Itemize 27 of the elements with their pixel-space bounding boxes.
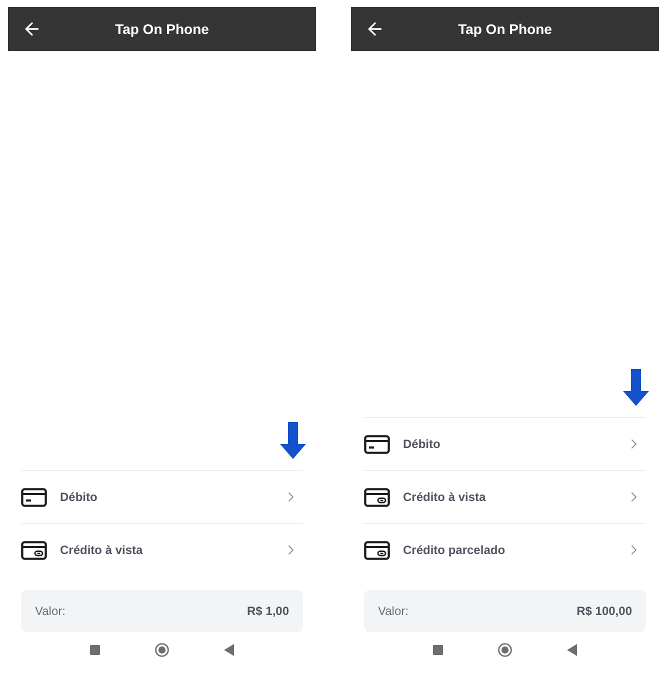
card-icon (21, 488, 47, 506)
amount-value: R$ 1,00 (246, 603, 289, 620)
amount-value: R$ 100,00 (576, 603, 632, 620)
payment-option[interactable]: Crédito à vista (364, 470, 646, 523)
option-label: Crédito parcelado (403, 542, 506, 559)
screen-title: Tap On Phone (458, 20, 552, 39)
option-label: Débito (60, 489, 98, 506)
card-icon (364, 488, 390, 506)
payment-option[interactable]: Débito (364, 417, 646, 470)
amount-label: Valor: (35, 603, 66, 620)
card-icon (364, 434, 390, 454)
payment-option[interactable]: Crédito parcelado (364, 523, 646, 576)
home-circle-icon[interactable] (498, 643, 512, 657)
card-icon (364, 540, 390, 560)
home-circle-icon[interactable] (155, 643, 169, 657)
option-label: Débito (403, 436, 440, 453)
payment-option[interactable]: Débito (21, 470, 303, 523)
screen-title: Tap On Phone (115, 20, 209, 39)
card-icon (21, 540, 47, 560)
option-label: Crédito à vista (60, 542, 143, 559)
amount-label: Valor: (378, 603, 408, 620)
option-label: Crédito à vista (403, 489, 486, 506)
down-arrow-icon (623, 369, 649, 406)
back-triangle-icon[interactable] (567, 644, 577, 656)
down-arrow-icon (280, 422, 306, 459)
back-triangle-icon[interactable] (224, 644, 234, 656)
payment-option[interactable]: Crédito à vista (21, 523, 303, 576)
